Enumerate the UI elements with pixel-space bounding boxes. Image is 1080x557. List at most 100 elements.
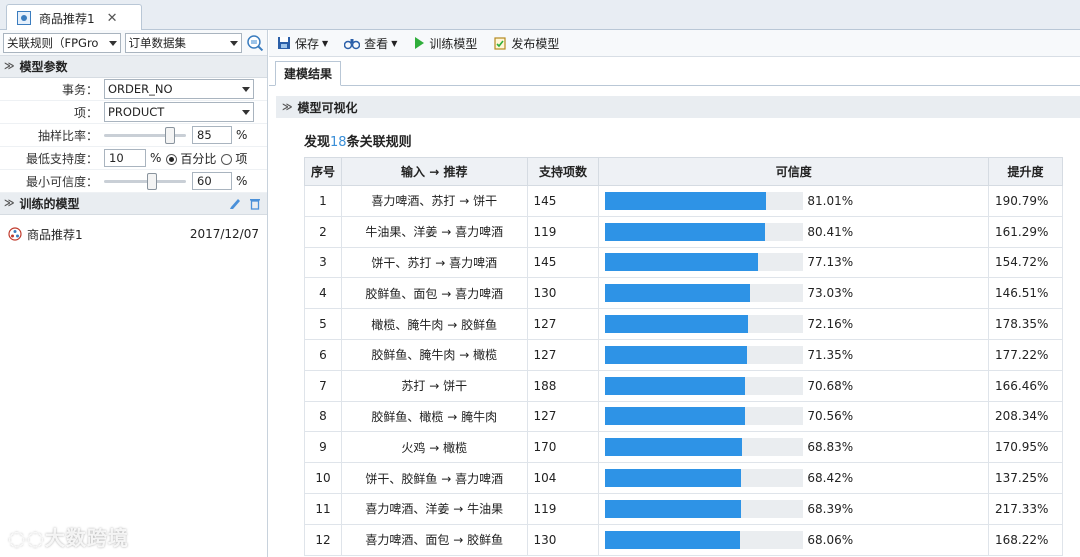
confidence-bar xyxy=(605,469,741,488)
slider-thumb[interactable] xyxy=(147,173,157,190)
table-row[interactable]: 3 饼干、苏打 → 喜力啤酒 145 77.13% 154.72% xyxy=(304,246,1063,279)
row-support: 130 xyxy=(526,523,600,556)
slider-thumb[interactable] xyxy=(165,127,175,144)
row-confidence: 77.13% xyxy=(598,246,989,279)
model-visualization-header[interactable]: ≫ 模型可视化 xyxy=(276,96,1080,118)
confidence-bar xyxy=(605,499,741,518)
row-support: 127 xyxy=(526,338,600,371)
dataset-select-value: 订单数据集 xyxy=(128,35,187,50)
row-confidence: 71.35% xyxy=(598,338,989,371)
dataset-select[interactable]: 订单数据集 xyxy=(124,32,243,53)
header-index: 序号 xyxy=(304,157,342,186)
row-index: 10 xyxy=(304,462,342,494)
table-row[interactable]: 1 喜力啤酒、苏打 → 饼干 145 81.01% 190.79% xyxy=(304,185,1063,217)
table-row[interactable]: 7 苏打 → 饼干 188 70.68% 166.46% xyxy=(304,369,1063,402)
trained-models-title: 训练的模型 xyxy=(19,197,80,211)
confidence-bar xyxy=(605,222,765,241)
confidence-bar-track xyxy=(605,222,804,241)
row-lift: 166.46% xyxy=(988,369,1063,402)
algorithm-select[interactable]: 关联规则（FPGro xyxy=(3,32,121,53)
row-lift: 170.95% xyxy=(988,431,1063,464)
table-row[interactable]: 5 橄榄、腌牛肉 → 胶鲜鱼 127 72.16% 178.35% xyxy=(304,308,1063,340)
confidence-value: 70.68% xyxy=(807,378,854,393)
support-percent-option[interactable]: 百分比 xyxy=(166,150,216,167)
view-button[interactable]: 查看 ▼ xyxy=(344,35,397,52)
trained-models-header[interactable]: ≫ 训练的模型 xyxy=(0,193,267,215)
transaction-label: 事务： xyxy=(61,82,98,97)
item-row: 项： PRODUCT xyxy=(0,101,267,124)
train-model-button[interactable]: 训练模型 xyxy=(413,35,477,52)
collapse-chevron-icon: ≫ xyxy=(282,101,293,113)
item-label: 项： xyxy=(73,105,98,120)
header-confidence: 可信度 xyxy=(598,157,989,186)
row-index: 2 xyxy=(304,215,342,248)
confidence-value: 73.03% xyxy=(807,286,854,301)
model-document-icon xyxy=(17,11,31,25)
row-rule: 火鸡 → 橄榄 xyxy=(340,431,528,464)
table-row[interactable]: 12 喜力啤酒、面包 → 胶鲜鱼 130 68.06% 168.22% xyxy=(304,523,1063,556)
confidence-input[interactable]: 60 xyxy=(192,172,232,190)
slider-track xyxy=(104,180,186,183)
delete-trash-icon[interactable] xyxy=(249,197,261,210)
sampling-label: 抽样比率： xyxy=(37,128,98,143)
model-params-header[interactable]: ≫ 模型参数 xyxy=(0,56,267,78)
watermark-text: 大数跨境 xyxy=(44,526,129,550)
train-model-label: 训练模型 xyxy=(429,36,478,51)
row-support: 119 xyxy=(526,492,600,525)
row-index: 3 xyxy=(304,246,342,279)
confidence-slider[interactable] xyxy=(104,171,186,191)
collapse-chevron-icon: ≫ xyxy=(4,61,15,72)
row-confidence: 81.01% xyxy=(598,185,989,217)
close-tab-icon[interactable]: ✕ xyxy=(107,11,118,26)
publish-model-button[interactable]: 发布模型 xyxy=(493,35,559,52)
row-confidence: 80.41% xyxy=(598,215,989,248)
transaction-select[interactable]: ORDER_NO xyxy=(104,79,254,99)
tab-modeling-result[interactable]: 建模结果 xyxy=(275,61,341,86)
row-support: 188 xyxy=(526,369,600,402)
table-row[interactable]: 11 喜力啤酒、洋姜 → 牛油果 119 68.39% 217.33% xyxy=(304,492,1063,525)
row-lift: 177.22% xyxy=(988,338,1063,371)
table-row[interactable]: 8 胶鲜鱼、橄榄 → 腌牛肉 127 70.56% 208.34% xyxy=(304,400,1063,433)
row-rule: 胶鲜鱼、橄榄 → 腌牛肉 xyxy=(340,400,528,433)
confidence-value: 68.06% xyxy=(807,532,854,547)
row-rule: 橄榄、腌牛肉 → 胶鲜鱼 xyxy=(340,308,528,340)
table-row[interactable]: 9 火鸡 → 橄榄 170 68.83% 170.95% xyxy=(304,431,1063,464)
row-rule: 牛油果、洋姜 → 喜力啤酒 xyxy=(340,215,528,248)
document-tab[interactable]: 商品推荐1 ✕ xyxy=(6,4,142,31)
trained-model-item[interactable]: 商品推荐1 2017/12/07 xyxy=(0,221,267,247)
table-row[interactable]: 2 牛油果、洋姜 → 喜力啤酒 119 80.41% 161.29% xyxy=(304,215,1063,248)
sampling-input[interactable]: 85 xyxy=(192,126,232,144)
row-support: 145 xyxy=(526,246,600,279)
confidence-row: 最小可信度： 60 % xyxy=(0,170,267,193)
header-support: 支持项数 xyxy=(526,157,600,186)
support-unit: % xyxy=(150,151,162,165)
table-row[interactable]: 10 饼干、胶鲜鱼 → 喜力啤酒 104 68.42% 137.25% xyxy=(304,462,1063,494)
model-icon xyxy=(8,227,22,241)
confidence-label: 最小可信度： xyxy=(25,174,98,189)
table-row[interactable]: 6 胶鲜鱼、腌牛肉 → 橄榄 127 71.35% 177.22% xyxy=(304,338,1063,371)
table-row[interactable]: 4 胶鲜鱼、面包 → 喜力啤酒 130 73.03% 146.51% xyxy=(304,277,1063,310)
found-prefix: 发现 xyxy=(304,135,331,150)
item-select[interactable]: PRODUCT xyxy=(104,102,254,122)
support-item-option[interactable]: 项 xyxy=(221,150,247,167)
row-rule: 胶鲜鱼、腌牛肉 → 橄榄 xyxy=(340,338,528,371)
confidence-value: 77.13% xyxy=(807,255,854,270)
confidence-bar-track xyxy=(605,284,804,303)
confidence-bar-track xyxy=(605,315,804,334)
support-input[interactable]: 10 xyxy=(104,149,146,167)
sampling-slider[interactable] xyxy=(104,125,186,145)
dataset-preview-icon[interactable] xyxy=(246,34,264,52)
radio-unselected-icon xyxy=(221,153,233,165)
row-rule: 喜力啤酒、面包 → 胶鲜鱼 xyxy=(340,523,528,556)
chevron-down-icon xyxy=(242,110,250,115)
publish-clipboard-icon xyxy=(494,37,506,50)
trained-model-name: 商品推荐1 xyxy=(27,227,83,242)
table-header-row: 序号 输入 → 推荐 支持项数 可信度 提升度 xyxy=(304,157,1063,186)
row-lift: 208.34% xyxy=(988,400,1063,433)
chevron-down-icon xyxy=(230,40,239,46)
edit-pencil-icon[interactable] xyxy=(229,197,241,210)
row-lift: 190.79% xyxy=(988,185,1063,217)
model-params-title: 模型参数 xyxy=(19,60,68,74)
confidence-bar xyxy=(605,315,749,334)
save-button[interactable]: 保存 ▼ xyxy=(277,35,328,52)
